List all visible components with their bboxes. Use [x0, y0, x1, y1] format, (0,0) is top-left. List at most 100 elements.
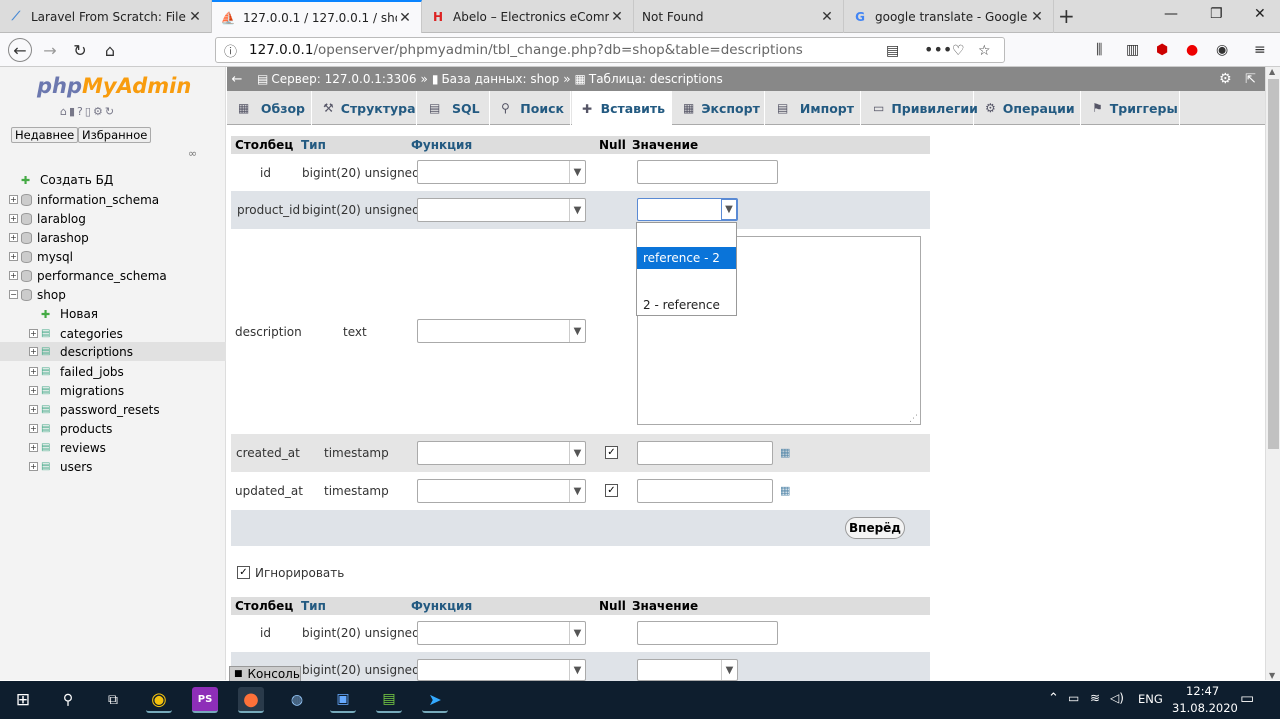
back-icon[interactable]: ← [8, 38, 32, 62]
tree-item-products[interactable]: + ▤ products [0, 419, 226, 438]
maximize-icon[interactable]: ❐ [1210, 6, 1223, 22]
value-input[interactable] [637, 479, 773, 503]
expand-icon[interactable]: + [29, 462, 38, 471]
ignore-checkbox[interactable]: ✓ [237, 566, 250, 579]
calendar-icon[interactable]: ▦ [780, 484, 790, 497]
tree-item-information-schema[interactable]: + information_schema [0, 190, 226, 209]
tree-item-larashop[interactable]: + larashop [0, 228, 226, 247]
phpstorm-icon[interactable]: PS [192, 687, 218, 713]
value-select[interactable]: ▼ [637, 198, 738, 221]
breadcrumb-table[interactable]: Таблица: descriptions [589, 72, 723, 86]
function-select[interactable]: ▼ [417, 479, 586, 503]
ublock-icon[interactable]: ⬢ [1156, 42, 1168, 58]
close-icon[interactable]: ✕ [1029, 9, 1045, 25]
dropdown-option[interactable] [637, 271, 736, 293]
more-actions-icon[interactable]: ••• [924, 40, 952, 59]
sidebar-icon[interactable]: ▥ [1126, 42, 1139, 58]
notifications-icon[interactable]: ▭ [1240, 689, 1254, 707]
tree-item-reviews[interactable]: + ▤ reviews [0, 438, 226, 457]
menu-icon[interactable]: ≡ [1254, 42, 1266, 58]
window-close-icon[interactable]: ✕ [1254, 6, 1266, 22]
search-icon[interactable]: ⚲ [55, 687, 81, 713]
expand-icon[interactable]: + [9, 195, 18, 204]
expand-icon[interactable]: + [29, 424, 38, 433]
scrollbar-thumb[interactable] [1268, 79, 1279, 449]
settings-icon[interactable]: ⚙ [1219, 71, 1232, 87]
expand-icon[interactable]: + [9, 214, 18, 223]
language-indicator[interactable]: ENG [1138, 692, 1163, 706]
tree-item-performance-schema[interactable]: + performance_schema [0, 266, 226, 285]
collapse-icon[interactable]: ⇱ [1245, 72, 1256, 87]
tab-search[interactable]: ⚲ Поиск [491, 91, 571, 125]
close-icon[interactable]: ✕ [609, 9, 625, 25]
pocket-icon[interactable]: ♡ [952, 43, 965, 59]
function-select[interactable]: ▼ [417, 160, 586, 184]
home-icon[interactable]: ⌂ [60, 105, 69, 118]
logout-icon[interactable]: ▮ [69, 105, 77, 118]
expand-icon[interactable] [29, 309, 38, 318]
firefox-icon[interactable]: ● [238, 687, 264, 713]
function-select[interactable]: ▼ [417, 441, 586, 465]
function-select[interactable]: ▼ [417, 198, 586, 222]
tab-insert[interactable]: ✚ Вставить [572, 91, 672, 126]
help-icon[interactable]: ? [77, 105, 85, 118]
volume-icon[interactable]: ◁) [1110, 691, 1124, 705]
clock-date[interactable]: 31.08.2020 [1172, 701, 1238, 715]
breadcrumb-server[interactable]: Сервер: 127.0.0.1:3306 [271, 72, 416, 86]
expand-icon[interactable]: + [29, 443, 38, 452]
expand-icon[interactable]: + [9, 233, 18, 242]
app-icon[interactable]: ◍ [284, 687, 310, 713]
header-function[interactable]: Функция [411, 599, 472, 613]
tree-item-shop[interactable]: − shop [0, 285, 226, 304]
tree-item-password-resets[interactable]: + ▤ password_resets [0, 400, 226, 419]
tree-item-создать-бд[interactable]: ✚ Создать БД [0, 170, 226, 189]
new-tab-icon[interactable]: + [1058, 4, 1075, 28]
recent-button[interactable]: Недавнее [11, 127, 79, 143]
tab-operations[interactable]: ⚙ Операции [975, 91, 1081, 125]
expand-icon[interactable]: + [9, 271, 18, 280]
tree-item-новая[interactable]: ✚ Новая [0, 304, 226, 323]
close-icon[interactable]: ✕ [187, 9, 203, 25]
browser-tab[interactable]: H Abelo – Electronics eCommerc ✕ [422, 0, 634, 33]
page-scrollbar[interactable]: ▲ ▼ [1265, 67, 1280, 680]
tree-item-categories[interactable]: + ▤ categories [0, 324, 226, 343]
function-select[interactable]: ▼ [417, 319, 586, 343]
resize-handle-icon[interactable]: ⋰ [909, 414, 918, 424]
tab-sql[interactable]: ▤ SQL [419, 91, 490, 125]
tab-export[interactable]: ▦ Экспорт [673, 91, 765, 125]
expand-icon[interactable]: + [29, 367, 38, 376]
collapse-icon[interactable]: − [9, 290, 18, 299]
tray-expand-icon[interactable]: ⌃ [1048, 691, 1059, 706]
tab-browse[interactable]: ▦ Обзор [228, 91, 312, 125]
account-icon[interactable]: ◉ [1216, 42, 1228, 58]
expand-icon[interactable]: + [29, 405, 38, 414]
null-checkbox[interactable]: ✓ [605, 484, 618, 497]
link-icon[interactable]: ∞ [188, 147, 197, 160]
close-icon[interactable]: ✕ [819, 9, 835, 25]
reader-view-icon[interactable]: ▤ [886, 43, 899, 59]
expand-icon[interactable]: + [29, 347, 38, 356]
header-type[interactable]: Тип [301, 138, 326, 152]
dropdown-option[interactable] [637, 223, 736, 245]
header-type[interactable]: Тип [301, 599, 326, 613]
forward-icon[interactable]: → [38, 38, 62, 62]
null-checkbox[interactable]: ✓ [605, 446, 618, 459]
value-input[interactable] [637, 621, 778, 645]
browser-tab-active[interactable]: ⛵ 127.0.0.1 / 127.0.0.1 / shop / de ✕ [212, 0, 422, 33]
browser-tab[interactable]: G google translate - Google Searc ✕ [844, 0, 1054, 33]
clock-time[interactable]: 12:47 [1186, 684, 1219, 698]
reload-icon[interactable]: ↻ [68, 38, 92, 62]
value-dropdown-list[interactable]: reference - 2 2 - reference [636, 222, 737, 316]
battery-icon[interactable]: ▭ [1068, 691, 1079, 705]
header-function[interactable]: Функция [411, 138, 472, 152]
tab-import[interactable]: ▤ Импорт [767, 91, 861, 125]
tab-structure[interactable]: ⚒ Структура [313, 91, 417, 125]
reload-icon[interactable]: ↻ [105, 105, 116, 118]
tree-item-migrations[interactable]: + ▤ migrations [0, 381, 226, 400]
tree-item-users[interactable]: + ▤ users [0, 457, 226, 476]
expand-icon[interactable]: + [9, 252, 18, 261]
browser-tab[interactable]: ⟋ Laravel From Scratch: File Stora ✕ [0, 0, 212, 33]
value-input[interactable] [637, 441, 773, 465]
browser-tab[interactable]: Not Found ✕ [634, 0, 844, 33]
tree-item-mysql[interactable]: + mysql [0, 247, 226, 266]
